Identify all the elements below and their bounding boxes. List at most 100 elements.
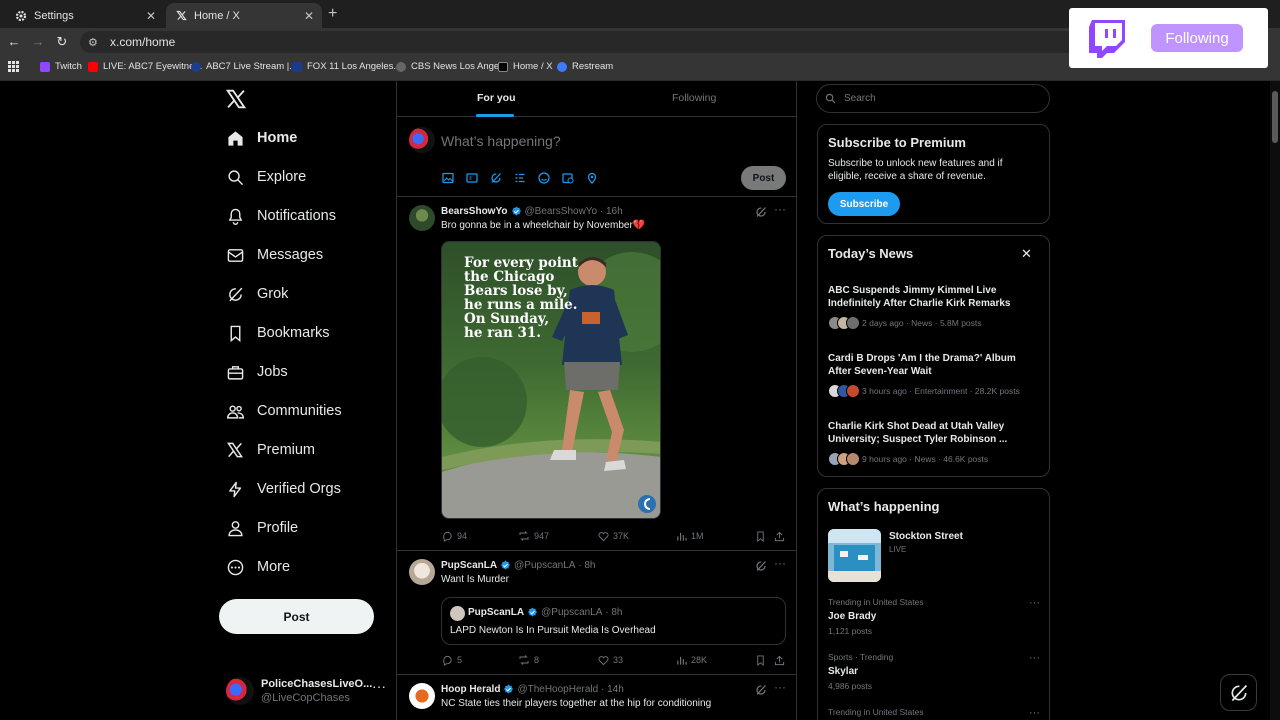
- search-input[interactable]: Search: [816, 84, 1050, 113]
- tweet[interactable]: PupScanLA @PupscanLA · 8h ··· Want Is Mu…: [397, 551, 796, 675]
- nav-verified-orgs[interactable]: Verified Orgs: [226, 477, 341, 501]
- author-handle[interactable]: @TheHoopHerald: [517, 684, 598, 695]
- nav-explore[interactable]: Explore: [226, 165, 306, 189]
- back-button[interactable]: ←: [6, 34, 22, 49]
- reply-button[interactable]: 5: [441, 654, 462, 666]
- avatar[interactable]: [409, 559, 435, 585]
- gif-icon[interactable]: [466, 172, 478, 184]
- trend-item[interactable]: Sports · Trending Skylar 4,986 posts ···: [828, 652, 1040, 691]
- repost-button[interactable]: 947: [518, 530, 549, 542]
- bookmark-restream[interactable]: Restream: [557, 61, 613, 72]
- tweet-time[interactable]: 8h: [584, 560, 595, 571]
- more-icon[interactable]: ···: [1029, 652, 1040, 664]
- tweet[interactable]: BearsShowYo @BearsShowYo · 16h ··· Bro g…: [397, 197, 796, 551]
- more-icon[interactable]: ···: [1029, 707, 1040, 719]
- grok-icon[interactable]: [755, 684, 767, 696]
- tab-for-you[interactable]: For you: [477, 92, 516, 104]
- nav-profile[interactable]: Profile: [226, 516, 298, 540]
- tweet-time[interactable]: 16h: [606, 206, 623, 217]
- like-button[interactable]: 37K: [597, 530, 629, 542]
- post-button[interactable]: Post: [219, 599, 374, 634]
- reload-button[interactable]: ↻: [54, 34, 70, 50]
- following-button[interactable]: Following: [1151, 24, 1243, 52]
- repost-button[interactable]: 8: [518, 654, 539, 666]
- page-scrollbar[interactable]: [1270, 81, 1280, 720]
- avatar: [450, 606, 465, 621]
- news-item[interactable]: ABC Suspends Jimmy Kimmel Live Indefinit…: [828, 284, 1028, 330]
- more-icon[interactable]: ···: [774, 202, 786, 216]
- site-info-icon[interactable]: ⚙: [88, 36, 102, 49]
- subscribe-button[interactable]: Subscribe: [828, 192, 900, 216]
- address-bar[interactable]: ⚙ x.com/home: [80, 31, 1080, 53]
- author-name[interactable]: BearsShowYo: [441, 206, 508, 217]
- tweet[interactable]: Hoop Herald @TheHoopHerald · 14h ··· NC …: [397, 675, 796, 720]
- bookmark-twitch[interactable]: Twitch: [40, 61, 82, 72]
- live-event-name[interactable]: Stockton Street: [889, 531, 963, 542]
- location-icon[interactable]: [586, 172, 598, 184]
- close-tab-icon[interactable]: ✕: [304, 9, 314, 23]
- nav-messages[interactable]: Messages: [226, 243, 323, 267]
- apps-icon[interactable]: [8, 61, 19, 72]
- tweet-time[interactable]: 14h: [607, 684, 624, 695]
- share-button[interactable]: [773, 654, 789, 666]
- emoji-icon[interactable]: [538, 172, 550, 184]
- news-item[interactable]: Cardi B Drops 'Am I the Drama?' Album Af…: [828, 352, 1028, 398]
- nav-more[interactable]: More: [226, 555, 290, 579]
- grok-icon[interactable]: [490, 172, 502, 184]
- nav-premium[interactable]: Premium: [226, 438, 315, 462]
- avatar[interactable]: [409, 205, 435, 231]
- bookmark-abc7-stream[interactable]: ABC7 Live Stream |...: [191, 61, 297, 72]
- tab-following[interactable]: Following: [672, 92, 716, 104]
- grok-icon[interactable]: [755, 560, 767, 572]
- bookmark-cbs[interactable]: CBS News Los Ange...: [396, 61, 507, 72]
- bookmark-button[interactable]: [754, 654, 770, 666]
- like-button[interactable]: 33: [597, 654, 623, 666]
- new-tab-button[interactable]: +: [328, 5, 337, 23]
- account-switcher[interactable]: PoliceChasesLiveO... @LiveCopChases ···: [226, 675, 386, 707]
- bookmark-home-x[interactable]: Home / X: [498, 61, 553, 72]
- views-button[interactable]: 1M: [675, 530, 704, 542]
- image-icon[interactable]: [442, 172, 454, 184]
- more-icon[interactable]: ···: [1029, 597, 1040, 609]
- close-icon[interactable]: ✕: [1021, 246, 1032, 262]
- scrollbar-thumb[interactable]: [1272, 91, 1278, 143]
- quoted-tweet[interactable]: PupScanLA @PupscanLA · 8h LAPD Newton Is…: [441, 597, 786, 645]
- forward-button[interactable]: →: [30, 34, 46, 49]
- author-name[interactable]: Hoop Herald: [441, 684, 500, 695]
- more-icon[interactable]: ···: [774, 680, 786, 694]
- avatar[interactable]: [409, 683, 435, 709]
- tweet-image[interactable]: For every point the Chicago Bears lose b…: [441, 241, 661, 519]
- more-icon[interactable]: ···: [774, 556, 786, 570]
- bookmark-button[interactable]: [754, 530, 770, 542]
- close-tab-icon[interactable]: ✕: [146, 9, 156, 23]
- compose-post-button[interactable]: Post: [741, 166, 786, 190]
- nav-home[interactable]: Home: [226, 126, 297, 150]
- tab-home-x[interactable]: Home / X ✕: [166, 3, 322, 28]
- grok-floating-button[interactable]: [1220, 674, 1257, 711]
- quote-header: PupScanLA @PupscanLA · 8h: [468, 607, 623, 618]
- more-icon[interactable]: ···: [372, 678, 386, 694]
- grok-icon[interactable]: [755, 206, 767, 218]
- bookmark-fox11[interactable]: FOX 11 Los Angeles...: [292, 61, 401, 72]
- trend-item[interactable]: Trending in United States Joe Brady 1,12…: [828, 597, 1040, 636]
- nav-jobs[interactable]: Jobs: [226, 360, 288, 384]
- nav-bookmarks[interactable]: Bookmarks: [226, 321, 330, 345]
- trend-item[interactable]: Trending in United States ···: [828, 707, 1040, 719]
- nav-grok[interactable]: Grok: [226, 282, 288, 306]
- x-logo-icon[interactable]: [225, 89, 247, 109]
- author-handle[interactable]: @PupscanLA: [514, 560, 575, 571]
- nav-notifications[interactable]: Notifications: [226, 204, 336, 228]
- author-name[interactable]: PupScanLA: [441, 560, 497, 571]
- author-handle[interactable]: @BearsShowYo: [525, 206, 598, 217]
- bookmark-abc7-live[interactable]: LIVE: ABC7 Eyewitne...: [88, 61, 202, 72]
- reply-button[interactable]: 94: [441, 530, 467, 542]
- nav-communities[interactable]: Communities: [226, 399, 342, 423]
- poll-icon[interactable]: [514, 172, 526, 184]
- compose-input[interactable]: What’s happening?: [441, 133, 561, 149]
- schedule-icon[interactable]: [562, 172, 574, 184]
- live-event-thumbnail[interactable]: [828, 529, 881, 582]
- tab-settings[interactable]: Settings ✕: [6, 3, 164, 28]
- share-button[interactable]: [773, 530, 789, 542]
- news-item[interactable]: Charlie Kirk Shot Dead at Utah Valley Un…: [828, 420, 1028, 466]
- views-button[interactable]: 28K: [675, 654, 707, 666]
